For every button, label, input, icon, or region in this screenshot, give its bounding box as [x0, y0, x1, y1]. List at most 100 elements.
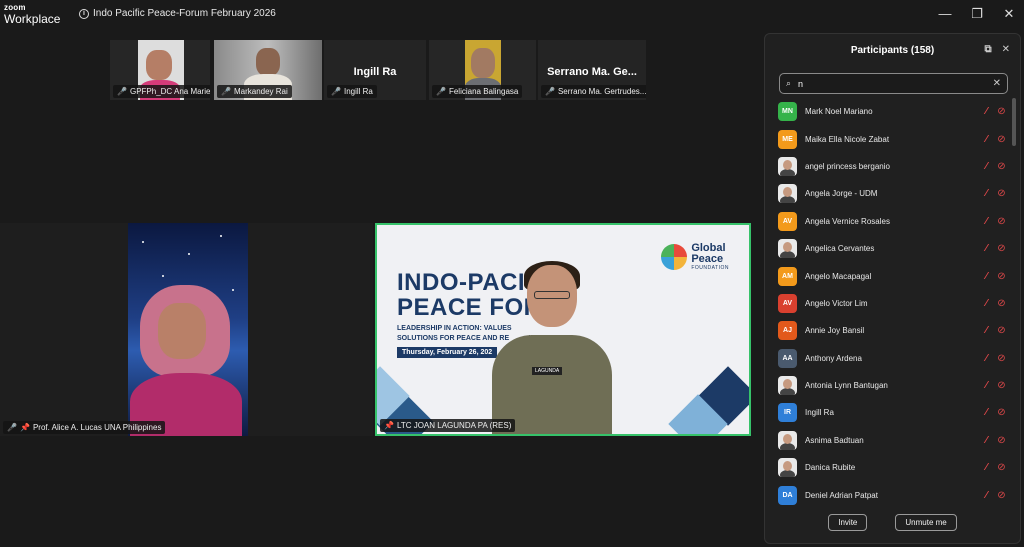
- participant-status-icons: ⁄ ⊘: [981, 134, 1007, 145]
- active-speaker-tile[interactable]: Global Peace FOUNDATION INDO-PACI PEACE …: [375, 223, 751, 436]
- logo-zoom: zoom: [4, 3, 26, 12]
- avatar: AV: [778, 293, 797, 313]
- window-controls: — ❐ ✕: [938, 6, 1016, 22]
- participant-name-tag: 🎤 📌 Prof. Alice A. Lucas UNA Philippines: [3, 421, 166, 434]
- avatar: AM: [778, 266, 797, 286]
- mic-off-icon: ⁄: [985, 106, 988, 118]
- participant-row[interactable]: DA Deniel Adrian Patpat ⁄ ⊘: [775, 481, 1007, 508]
- participant-row[interactable]: Asnima Badtuan ⁄ ⊘: [775, 427, 1007, 454]
- participant-name: Feliciana Balingasa: [448, 87, 519, 96]
- participant-name: Antonia Lynn Bantugan: [805, 381, 888, 391]
- unmute-me-button[interactable]: Unmute me: [895, 514, 957, 531]
- participant-status-icons: ⁄ ⊘: [981, 271, 1007, 282]
- participant-row[interactable]: angel princess berganio ⁄ ⊘: [775, 153, 1007, 180]
- search-input[interactable]: [798, 78, 993, 89]
- slide-date: Thursday, February 26, 202: [397, 347, 498, 358]
- participant-row[interactable]: AA Anthony Ardena ⁄ ⊘: [775, 345, 1007, 372]
- participant-row[interactable]: AV Angelo Victor Lim ⁄ ⊘: [775, 290, 1007, 317]
- zoom-logo: zoom Workplace: [4, 3, 61, 26]
- restore-icon[interactable]: ❐: [970, 6, 984, 22]
- participant-status-icons: ⁄ ⊘: [981, 216, 1007, 227]
- participant-name: Angela Vernice Rosales: [805, 216, 890, 226]
- video-off-icon: ⊘: [997, 215, 1006, 227]
- avatar: [778, 184, 797, 204]
- participant-big-name: Serrano Ma. Ge...: [547, 66, 637, 78]
- participant-row[interactable]: MN Mark Noel Mariano ⁄ ⊘: [775, 98, 1007, 125]
- avatar: [778, 239, 797, 259]
- participant-name-tag: 🎤 Feliciana Balingasa: [432, 85, 523, 98]
- logo-text: Peace: [691, 253, 724, 265]
- participant-name: Deniel Adrian Patpat: [805, 490, 878, 500]
- participant-row[interactable]: Antonia Lynn Bantugan ⁄ ⊘: [775, 372, 1007, 399]
- global-peace-logo: Global Peace FOUNDATION: [661, 243, 729, 271]
- avatar: MN: [778, 102, 797, 122]
- info-icon[interactable]: i: [79, 8, 89, 19]
- participant-name: LTC JOAN LAGUNDA PA (RES): [396, 421, 512, 430]
- participant-name: Mark Noel Mariano: [805, 107, 873, 117]
- video-tile[interactable]: 🎤 📌 Prof. Alice A. Lucas UNA Philippines: [0, 223, 373, 436]
- scrollbar[interactable]: [1012, 98, 1016, 146]
- video-tile[interactable]: 🎤 Feliciana Balingasa: [429, 40, 536, 100]
- logo-workplace: Workplace: [4, 12, 61, 26]
- participant-status-icons: ⁄ ⊘: [981, 298, 1007, 309]
- mic-off-icon: 🎤: [221, 87, 231, 96]
- participant-name: Angelo Macapagal: [805, 271, 872, 281]
- video-off-icon: ⊘: [997, 160, 1006, 172]
- video-tile[interactable]: 🎤 Markandey Rai: [214, 40, 322, 100]
- clear-search-icon[interactable]: ✕: [993, 78, 1001, 89]
- participant-row[interactable]: Danica Rubite ⁄ ⊘: [775, 454, 1007, 481]
- mic-off-icon: ⁄: [985, 325, 988, 337]
- participant-row[interactable]: AV Angela Vernice Rosales ⁄ ⊘: [775, 208, 1007, 235]
- speaker-video: LAGUNDA: [492, 261, 612, 434]
- video-tile[interactable]: Serrano Ma. Ge... 🎤 Serrano Ma. Gertrude…: [538, 40, 646, 100]
- participant-row[interactable]: Angelica Cervantes ⁄ ⊘: [775, 235, 1007, 262]
- participant-status-icons: ⁄ ⊘: [981, 490, 1007, 501]
- participant-row[interactable]: IR Ingill Ra ⁄ ⊘: [775, 399, 1007, 426]
- close-icon[interactable]: ✕: [1002, 6, 1016, 22]
- participant-name: Angelo Victor Lim: [805, 298, 868, 308]
- participant-status-icons: ⁄ ⊘: [981, 435, 1007, 446]
- mic-off-icon: 🎤: [436, 87, 446, 96]
- participant-name-tag: 🎤 GPFPh_DC Ana Marie ...: [113, 85, 210, 98]
- participant-name: Serrano Ma. Gertrudes...: [557, 87, 646, 96]
- mic-off-icon: 🎤: [7, 423, 17, 432]
- video-tile[interactable]: Ingill Ra 🎤 Ingill Ra: [324, 40, 426, 100]
- participant-row[interactable]: AM Angelo Macapagal ⁄ ⊘: [775, 262, 1007, 289]
- participant-name: Ingill Ra: [343, 87, 373, 96]
- participant-name: Angela Jorge - UDM: [805, 189, 878, 199]
- video-off-icon: ⊘: [997, 462, 1006, 474]
- minimize-icon[interactable]: —: [938, 6, 952, 22]
- meeting-title: Indo Pacific Peace-Forum February 2026: [93, 8, 276, 19]
- logo-text: FOUNDATION: [691, 265, 729, 271]
- participant-status-icons: ⁄ ⊘: [981, 161, 1007, 172]
- participant-row[interactable]: AJ Annie Joy Bansil ⁄ ⊘: [775, 317, 1007, 344]
- participant-name-tag: 🎤 Markandey Rai: [217, 85, 292, 98]
- video-tile[interactable]: 🎤 GPFPh_DC Ana Marie ...: [110, 40, 210, 100]
- video-off-icon: ⊘: [997, 243, 1006, 255]
- participant-name: Markandey Rai: [233, 87, 288, 96]
- participant-list: MN Mark Noel Mariano ⁄ ⊘ ME Maika Ella Nicole…: [775, 98, 1007, 509]
- avatar: [778, 458, 797, 478]
- mic-off-icon: ⁄: [985, 188, 988, 200]
- participant-name: Anthony Ardena: [805, 353, 862, 363]
- invite-button[interactable]: Invite: [828, 514, 868, 531]
- video-off-icon: ⊘: [997, 270, 1006, 282]
- mic-off-icon: ⁄: [985, 270, 988, 282]
- participant-row[interactable]: Angela Jorge - UDM ⁄ ⊘: [775, 180, 1007, 207]
- avatar: AV: [778, 211, 797, 231]
- close-panel-icon[interactable]: ✕: [1002, 44, 1010, 55]
- avatar: ME: [778, 129, 797, 149]
- video-off-icon: ⊘: [997, 434, 1006, 446]
- global-peace-logo-icon: [661, 244, 688, 270]
- mic-off-icon: ⁄: [985, 133, 988, 145]
- participant-status-icons: ⁄ ⊘: [981, 325, 1007, 336]
- participant-row[interactable]: ME Maika Ella Nicole Zabat ⁄ ⊘: [775, 125, 1007, 152]
- mic-off-icon: 🎤: [117, 87, 127, 96]
- pin-icon: 📌: [19, 423, 30, 432]
- video-gallery: 🎤 GPFPh_DC Ana Marie ... 🎤 Markandey Rai…: [0, 30, 762, 547]
- mic-off-icon: ⁄: [985, 352, 988, 364]
- pop-out-icon[interactable]: ⧉: [984, 44, 991, 55]
- title-bar: zoom Workplace i Indo Pacific Peace-Foru…: [0, 0, 1024, 30]
- mic-off-icon: 🎤: [331, 87, 341, 96]
- participant-name-tag: 🎤 Ingill Ra: [327, 85, 377, 98]
